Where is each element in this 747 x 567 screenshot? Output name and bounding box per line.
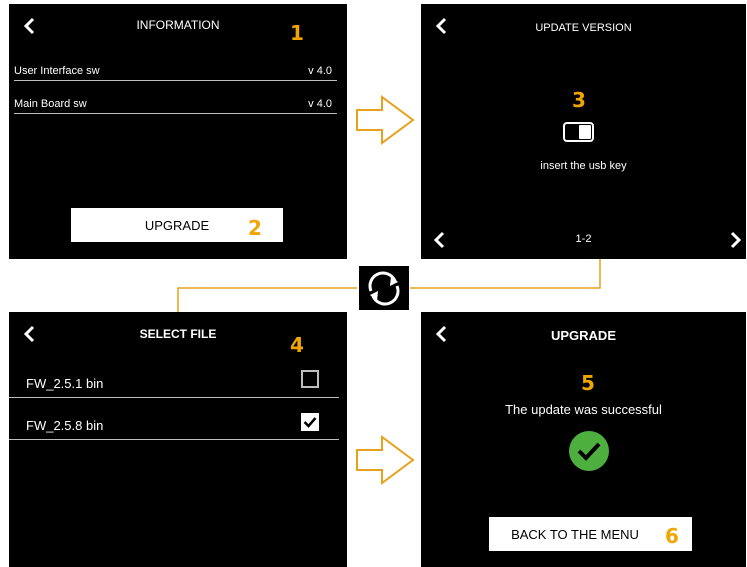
flow-connector-line	[410, 259, 601, 289]
page-title: UPDATE VERSION	[535, 22, 632, 34]
step-badge: 3	[572, 88, 586, 112]
divider	[9, 439, 339, 440]
info-row: Main Board sw v 4.0	[14, 98, 337, 110]
flow-arrow-right-icon	[356, 435, 415, 485]
info-row-value: v 4.0	[308, 98, 332, 110]
next-page-icon[interactable]	[728, 230, 742, 250]
information-screen: INFORMATION 1 User Interface sw v 4.0 Ma…	[9, 4, 347, 259]
divider	[14, 80, 337, 81]
info-row: User Interface sw v 4.0	[14, 65, 337, 77]
divider	[9, 397, 339, 398]
step-badge: 1	[290, 21, 304, 45]
info-row-label: Main Board sw	[14, 98, 87, 110]
step-badge: 2	[248, 216, 262, 240]
step-badge: 4	[290, 333, 304, 357]
page-title: UPGRADE	[550, 328, 616, 343]
success-message: The update was successful	[505, 402, 662, 417]
file-name: FW_2.5.1 bin	[26, 376, 104, 391]
update-version-screen: UPDATE VERSION 3 insert the usb key 1-2	[421, 4, 746, 259]
step-badge: 5	[581, 371, 595, 395]
success-check-icon	[569, 431, 609, 471]
divider	[14, 113, 337, 114]
info-row-label: User Interface sw	[14, 65, 100, 77]
file-checkbox-checked[interactable]	[301, 413, 319, 431]
file-name: FW_2.5.8 bin	[26, 418, 104, 433]
step-badge: 6	[665, 524, 679, 548]
flow-connector-line	[177, 287, 357, 312]
upgrade-result-screen: UPGRADE 5 The update was successful BACK…	[421, 312, 746, 567]
cycle-icon	[359, 266, 409, 310]
file-checkbox[interactable]	[301, 370, 319, 388]
usb-instruction-text: insert the usb key	[540, 160, 627, 172]
usb-key-icon	[563, 122, 594, 142]
back-to-menu-label: BACK TO THE MENU	[511, 527, 639, 542]
select-file-screen: SELECT FILE 4 FW_2.5.1 bin FW_2.5.8 bin	[9, 312, 347, 567]
page-indicator: 1-2	[575, 233, 592, 245]
info-row-value: v 4.0	[308, 65, 332, 77]
flow-arrow-right-icon	[356, 95, 415, 145]
back-to-menu-button[interactable]: BACK TO THE MENU	[489, 517, 692, 551]
